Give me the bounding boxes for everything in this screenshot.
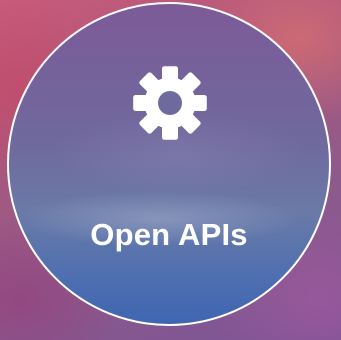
gear-icon: [133, 66, 207, 140]
badge-label: Open APIs: [90, 217, 248, 252]
badge-background: [9, 4, 329, 324]
open-apis-badge[interactable]: Open APIs: [7, 2, 331, 326]
